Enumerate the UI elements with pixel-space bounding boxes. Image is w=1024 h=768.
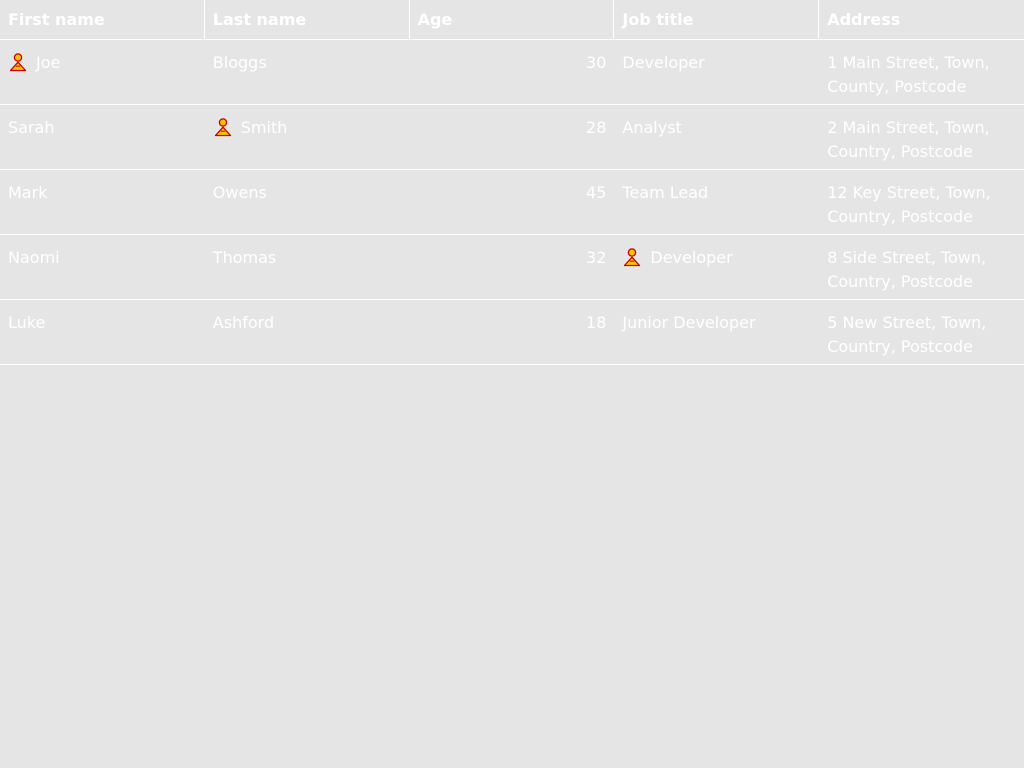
cell-job-title-text: Analyst — [622, 118, 682, 137]
cell-content: 12 Key Street, Town, Country, Postcode — [827, 181, 1016, 229]
cell-age[interactable]: 30 — [410, 40, 615, 104]
person-icon — [8, 52, 28, 72]
cell-job-title[interactable]: Analyst — [614, 105, 819, 169]
cell-last-name-text: Owens — [212, 183, 267, 202]
cell-last-name-text: Ashford — [212, 313, 275, 332]
column-header-last-name[interactable]: Last name — [205, 0, 410, 39]
cell-content: 30 — [418, 51, 607, 75]
cell-age-text: 28 — [586, 118, 607, 137]
table-header-row: First name Last name Age Job title Addre… — [0, 0, 1024, 40]
cell-content: Junior Developer — [622, 311, 811, 335]
person-icon — [213, 117, 233, 137]
cell-content: Bloggs — [213, 51, 402, 75]
cell-content: Owens — [213, 181, 402, 205]
cell-first-name-text: Luke — [8, 313, 46, 332]
cell-job-title[interactable]: Team Lead — [614, 170, 819, 234]
table-row[interactable]: Mark Owens 45 Team Lead 12 Key Street, Town,… — [0, 170, 1024, 235]
column-header-job-title[interactable]: Job title — [614, 0, 820, 39]
cell-content: Developer — [622, 51, 811, 75]
cell-age-text: 18 — [586, 313, 607, 332]
cell-content: Developer — [622, 246, 811, 270]
cell-address-text: 8 Side Street, Town, Country, Postcode — [827, 248, 987, 291]
cell-job-title-text: Junior Developer — [622, 313, 756, 332]
cell-age[interactable]: 28 — [410, 105, 615, 169]
cell-content: Team Lead — [622, 181, 811, 205]
cell-content: Analyst — [622, 116, 811, 140]
cell-last-name[interactable]: Bloggs — [205, 40, 410, 104]
data-table: First name Last name Age Job title Addre… — [0, 0, 1024, 365]
cell-job-title-text: Developer — [622, 53, 705, 72]
cell-age[interactable]: 18 — [410, 300, 615, 364]
cell-age-text: 45 — [586, 183, 607, 202]
cell-last-name[interactable]: Owens — [205, 170, 410, 234]
cell-first-name[interactable]: Naomi — [0, 235, 205, 299]
cell-first-name-text: Joe — [36, 53, 61, 72]
cell-content: 8 Side Street, Town, Country, Postcode — [827, 246, 1016, 294]
cell-address-text: 1 Main Street, Town, County, Postcode — [827, 53, 990, 96]
cell-address[interactable]: 12 Key Street, Town, Country, Postcode — [819, 170, 1024, 234]
cell-address[interactable]: 1 Main Street, Town, County, Postcode — [819, 40, 1024, 104]
cell-first-name[interactable]: Sarah — [0, 105, 205, 169]
cell-age[interactable]: 45 — [410, 170, 615, 234]
table-row[interactable]: Luke Ashford 18 Junior Developer 5 New Stree… — [0, 300, 1024, 365]
cell-job-title[interactable]: Developer — [614, 40, 819, 104]
cell-address-text: 2 Main Street, Town, Country, Postcode — [827, 118, 990, 161]
cell-content: 45 — [418, 181, 607, 205]
person-icon — [622, 247, 642, 267]
cell-first-name[interactable]: Luke — [0, 300, 205, 364]
cell-age[interactable]: 32 — [410, 235, 615, 299]
cell-last-name-text: Thomas — [212, 248, 277, 267]
table-row[interactable]: Sarah Smith 28 Analyst 2 Main Street, Town, … — [0, 105, 1024, 170]
cell-age-text: 32 — [586, 248, 607, 267]
cell-first-name-text: Mark — [8, 183, 48, 202]
cell-content: 18 — [418, 311, 607, 335]
cell-last-name[interactable]: Smith — [205, 105, 410, 169]
cell-last-name-text: Smith — [240, 118, 288, 137]
cell-content: 32 — [418, 246, 607, 270]
cell-content: 1 Main Street, Town, County, Postcode — [827, 51, 1016, 99]
cell-last-name[interactable]: Thomas — [205, 235, 410, 299]
cell-job-title-text: Team Lead — [622, 183, 709, 202]
cell-content: Mark — [8, 181, 197, 205]
cell-content: Sarah — [8, 116, 197, 140]
cell-address[interactable]: 2 Main Street, Town, Country, Postcode — [819, 105, 1024, 169]
cell-address[interactable]: 8 Side Street, Town, Country, Postcode — [819, 235, 1024, 299]
cell-content: Naomi — [8, 246, 197, 270]
cell-job-title[interactable]: Developer — [614, 235, 819, 299]
column-header-first-name[interactable]: First name — [0, 0, 205, 39]
cell-first-name-text: Sarah — [8, 118, 55, 137]
column-header-address[interactable]: Address — [819, 0, 1024, 39]
column-header-age[interactable]: Age — [410, 0, 615, 39]
cell-age-text: 30 — [586, 53, 607, 72]
cell-address-text: 5 New Street, Town, Country, Postcode — [827, 313, 987, 356]
table-row[interactable]: Naomi Thomas 32 Developer 8 Side Street, Tow… — [0, 235, 1024, 300]
cell-last-name[interactable]: Ashford — [205, 300, 410, 364]
cell-address-text: 12 Key Street, Town, Country, Postcode — [827, 183, 991, 226]
table-body: Joe Bloggs 30 Developer 1 Main Street, Town,… — [0, 40, 1024, 365]
cell-content: 28 — [418, 116, 607, 140]
cell-content: Thomas — [213, 246, 402, 270]
cell-content: Ashford — [213, 311, 402, 335]
cell-content: 2 Main Street, Town, Country, Postcode — [827, 116, 1016, 164]
cell-job-title-text: Developer — [650, 248, 733, 267]
cell-first-name-text: Naomi — [8, 248, 60, 267]
cell-last-name-text: Bloggs — [212, 53, 267, 72]
cell-content: Smith — [213, 116, 402, 140]
cell-job-title[interactable]: Junior Developer — [614, 300, 819, 364]
cell-address[interactable]: 5 New Street, Town, Country, Postcode — [819, 300, 1024, 364]
cell-content: 5 New Street, Town, Country, Postcode — [827, 311, 1016, 359]
cell-first-name[interactable]: Mark — [0, 170, 205, 234]
table-row[interactable]: Joe Bloggs 30 Developer 1 Main Street, Town,… — [0, 40, 1024, 105]
cell-first-name[interactable]: Joe — [0, 40, 205, 104]
cell-content: Joe — [8, 51, 197, 75]
cell-content: Luke — [8, 311, 197, 335]
